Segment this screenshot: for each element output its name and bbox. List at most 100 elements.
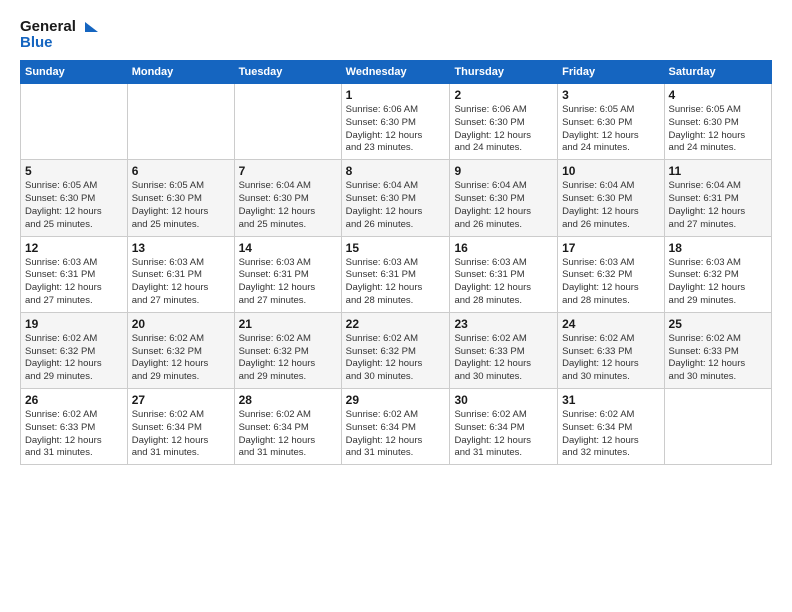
day-info: Sunrise: 6:02 AM Sunset: 6:34 PM Dayligh… (132, 409, 230, 460)
day-number: 29 (346, 393, 446, 407)
calendar-day-11: 11Sunrise: 6:04 AM Sunset: 6:31 PM Dayli… (664, 160, 771, 236)
day-info: Sunrise: 6:05 AM Sunset: 6:30 PM Dayligh… (25, 180, 123, 231)
day-info: Sunrise: 6:02 AM Sunset: 6:32 PM Dayligh… (132, 333, 230, 384)
calendar-day-27: 27 Sunrise: 6:02 AM Sunset: 6:34 PM Dayli… (127, 389, 234, 465)
calendar-day-3: 3 Sunrise: 6:05 AM Sunset: 6:30 PM Daylig… (558, 84, 664, 160)
day-info: Sunrise: 6:03 AM Sunset: 6:32 PM Dayligh… (669, 257, 767, 308)
day-number: 21 (239, 317, 337, 331)
day-info: Sunrise: 6:06 AM Sunset: 6:30 PM Dayligh… (346, 104, 446, 155)
svg-text:General: General (20, 18, 76, 35)
calendar-day-6: 6 Sunrise: 6:05 AM Sunset: 6:30 PM Daylig… (127, 160, 234, 236)
calendar-day-5: 5Sunrise: 6:05 AM Sunset: 6:30 PM Daylig… (21, 160, 128, 236)
calendar-day-1: 1 Sunrise: 6:06 AM Sunset: 6:30 PM Daylig… (341, 84, 450, 160)
weekday-header-tuesday: Tuesday (234, 61, 341, 84)
day-info: Sunrise: 6:02 AM Sunset: 6:34 PM Dayligh… (346, 409, 446, 460)
day-info: Sunrise: 6:03 AM Sunset: 6:31 PM Dayligh… (346, 257, 446, 308)
calendar-day-18: 18 Sunrise: 6:03 AM Sunset: 6:32 PM Dayli… (664, 236, 771, 312)
day-info: Sunrise: 6:03 AM Sunset: 6:31 PM Dayligh… (239, 257, 337, 308)
svg-text:Blue: Blue (20, 34, 53, 50)
calendar-day-23: 23Sunrise: 6:02 AM Sunset: 6:33 PM Dayli… (450, 312, 558, 388)
calendar-day-9: 9Sunrise: 6:04 AM Sunset: 6:30 PM Daylig… (450, 160, 558, 236)
general-blue-logo-icon: GeneralBlue (20, 16, 100, 50)
day-number: 19 (25, 317, 123, 331)
day-number: 20 (132, 317, 230, 331)
weekday-header-row: SundayMondayTuesdayWednesdayThursdayFrid… (21, 61, 772, 84)
calendar-day-7: 7 Sunrise: 6:04 AM Sunset: 6:30 PM Daylig… (234, 160, 341, 236)
day-number: 1 (346, 88, 446, 102)
calendar-day-4: 4Sunrise: 6:05 AM Sunset: 6:30 PM Daylig… (664, 84, 771, 160)
calendar-day-8: 8 Sunrise: 6:04 AM Sunset: 6:30 PM Daylig… (341, 160, 450, 236)
day-info: Sunrise: 6:03 AM Sunset: 6:32 PM Dayligh… (562, 257, 659, 308)
day-info: Sunrise: 6:04 AM Sunset: 6:30 PM Dayligh… (239, 180, 337, 231)
calendar-empty-cell (664, 389, 771, 465)
calendar-day-12: 12 Sunrise: 6:03 AM Sunset: 6:31 PM Dayli… (21, 236, 128, 312)
calendar-day-22: 22 Sunrise: 6:02 AM Sunset: 6:32 PM Dayli… (341, 312, 450, 388)
day-number: 8 (346, 164, 446, 178)
day-number: 7 (239, 164, 337, 178)
day-info: Sunrise: 6:04 AM Sunset: 6:30 PM Dayligh… (454, 180, 553, 231)
day-info: Sunrise: 6:04 AM Sunset: 6:30 PM Dayligh… (346, 180, 446, 231)
calendar-day-2: 2Sunrise: 6:06 AM Sunset: 6:30 PM Daylig… (450, 84, 558, 160)
calendar-day-17: 17Sunrise: 6:03 AM Sunset: 6:32 PM Dayli… (558, 236, 664, 312)
calendar-day-20: 20 Sunrise: 6:02 AM Sunset: 6:32 PM Dayli… (127, 312, 234, 388)
calendar-week-row: 5Sunrise: 6:05 AM Sunset: 6:30 PM Daylig… (21, 160, 772, 236)
day-info: Sunrise: 6:05 AM Sunset: 6:30 PM Dayligh… (132, 180, 230, 231)
day-number: 30 (454, 393, 553, 407)
day-number: 16 (454, 241, 553, 255)
calendar-day-10: 10Sunrise: 6:04 AM Sunset: 6:30 PM Dayli… (558, 160, 664, 236)
day-info: Sunrise: 6:03 AM Sunset: 6:31 PM Dayligh… (454, 257, 553, 308)
day-number: 22 (346, 317, 446, 331)
calendar-day-30: 30Sunrise: 6:02 AM Sunset: 6:34 PM Dayli… (450, 389, 558, 465)
calendar-day-26: 26Sunrise: 6:02 AM Sunset: 6:33 PM Dayli… (21, 389, 128, 465)
weekday-header-sunday: Sunday (21, 61, 128, 84)
logo: GeneralBlue (20, 16, 100, 50)
calendar-table: SundayMondayTuesdayWednesdayThursdayFrid… (20, 60, 772, 465)
day-info: Sunrise: 6:05 AM Sunset: 6:30 PM Dayligh… (562, 104, 659, 155)
calendar-day-14: 14 Sunrise: 6:03 AM Sunset: 6:31 PM Dayli… (234, 236, 341, 312)
day-number: 3 (562, 88, 659, 102)
calendar-empty-cell (127, 84, 234, 160)
day-info: Sunrise: 6:04 AM Sunset: 6:31 PM Dayligh… (669, 180, 767, 231)
weekday-header-wednesday: Wednesday (341, 61, 450, 84)
day-info: Sunrise: 6:05 AM Sunset: 6:30 PM Dayligh… (669, 104, 767, 155)
day-number: 10 (562, 164, 659, 178)
calendar-day-24: 24 Sunrise: 6:02 AM Sunset: 6:33 PM Dayli… (558, 312, 664, 388)
weekday-header-thursday: Thursday (450, 61, 558, 84)
calendar-day-28: 28 Sunrise: 6:02 AM Sunset: 6:34 PM Dayli… (234, 389, 341, 465)
day-info: Sunrise: 6:02 AM Sunset: 6:33 PM Dayligh… (669, 333, 767, 384)
calendar-empty-cell (234, 84, 341, 160)
weekday-header-monday: Monday (127, 61, 234, 84)
weekday-header-friday: Friday (558, 61, 664, 84)
day-info: Sunrise: 6:03 AM Sunset: 6:31 PM Dayligh… (25, 257, 123, 308)
day-info: Sunrise: 6:02 AM Sunset: 6:33 PM Dayligh… (454, 333, 553, 384)
calendar-page: GeneralBlue SundayMondayTuesdayWednesday… (0, 0, 792, 612)
calendar-week-row: 19 Sunrise: 6:02 AM Sunset: 6:32 PM Dayli… (21, 312, 772, 388)
day-info: Sunrise: 6:03 AM Sunset: 6:31 PM Dayligh… (132, 257, 230, 308)
calendar-day-16: 16 Sunrise: 6:03 AM Sunset: 6:31 PM Dayli… (450, 236, 558, 312)
day-number: 18 (669, 241, 767, 255)
day-info: Sunrise: 6:02 AM Sunset: 6:33 PM Dayligh… (25, 409, 123, 460)
calendar-day-15: 15Sunrise: 6:03 AM Sunset: 6:31 PM Dayli… (341, 236, 450, 312)
day-info: Sunrise: 6:02 AM Sunset: 6:34 PM Dayligh… (239, 409, 337, 460)
day-number: 24 (562, 317, 659, 331)
day-number: 25 (669, 317, 767, 331)
day-info: Sunrise: 6:02 AM Sunset: 6:32 PM Dayligh… (346, 333, 446, 384)
calendar-day-21: 21Sunrise: 6:02 AM Sunset: 6:32 PM Dayli… (234, 312, 341, 388)
day-number: 31 (562, 393, 659, 407)
weekday-header-saturday: Saturday (664, 61, 771, 84)
day-number: 14 (239, 241, 337, 255)
calendar-day-29: 29 Sunrise: 6:02 AM Sunset: 6:34 PM Dayli… (341, 389, 450, 465)
day-number: 28 (239, 393, 337, 407)
day-number: 13 (132, 241, 230, 255)
header: GeneralBlue (20, 16, 772, 50)
day-info: Sunrise: 6:02 AM Sunset: 6:34 PM Dayligh… (562, 409, 659, 460)
day-number: 12 (25, 241, 123, 255)
calendar-day-19: 19Sunrise: 6:02 AM Sunset: 6:32 PM Dayli… (21, 312, 128, 388)
day-number: 27 (132, 393, 230, 407)
calendar-day-13: 13 Sunrise: 6:03 AM Sunset: 6:31 PM Dayli… (127, 236, 234, 312)
calendar-day-31: 31 Sunrise: 6:02 AM Sunset: 6:34 PM Dayli… (558, 389, 664, 465)
day-info: Sunrise: 6:02 AM Sunset: 6:33 PM Dayligh… (562, 333, 659, 384)
day-number: 2 (454, 88, 553, 102)
day-number: 6 (132, 164, 230, 178)
calendar-empty-cell (21, 84, 128, 160)
